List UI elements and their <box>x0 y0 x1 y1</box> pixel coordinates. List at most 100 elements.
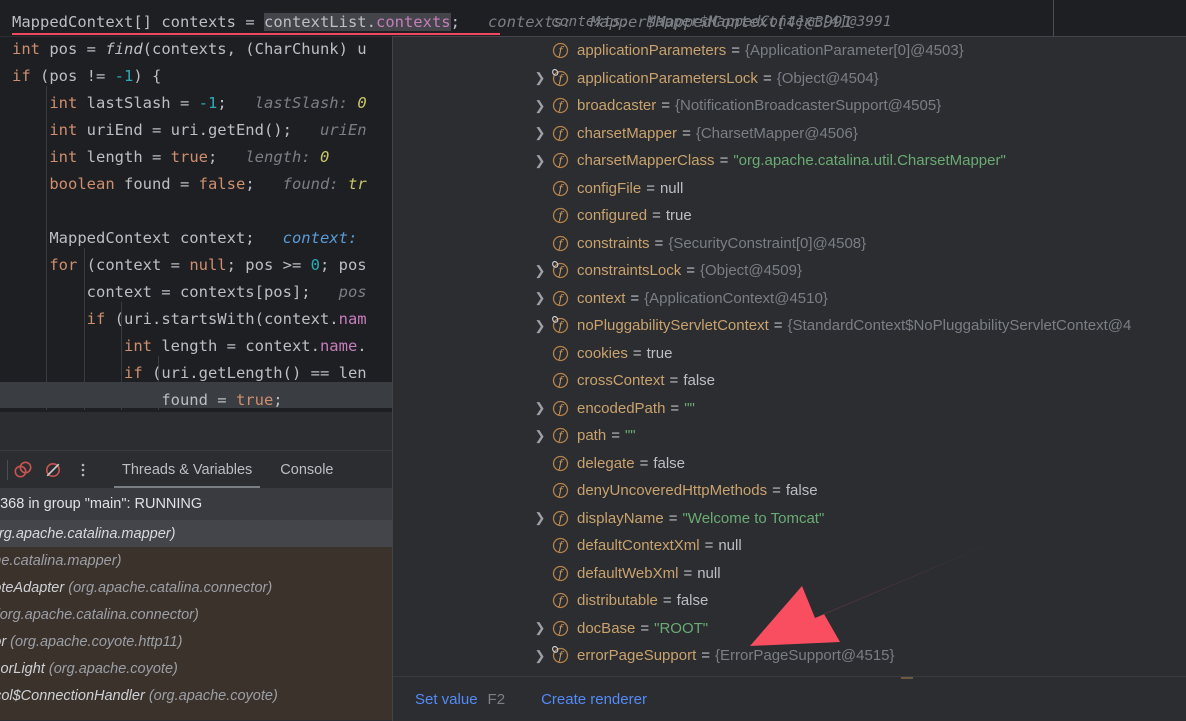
stack-frame-method: ssorLight <box>0 660 45 677</box>
mute-breakpoints-icon[interactable] <box>38 455 68 485</box>
variable-name: delegate <box>577 454 635 472</box>
set-value-button[interactable]: Set value <box>415 691 478 708</box>
stack-frame-row[interactable]: che.catalina.mapper) <box>0 547 392 574</box>
field-icon: f <box>551 454 570 473</box>
variable-row[interactable]: ❯ f noPluggabilityServletContext = {Standard… <box>393 312 1186 340</box>
breakpoints-icon[interactable] <box>8 455 38 485</box>
variable-row[interactable]: ❯ f delegate=false <box>393 450 1186 478</box>
chevron-right-icon[interactable]: ❯ <box>529 153 551 169</box>
variables-list[interactable]: ❯fapplicationParameters={ApplicationPara… <box>393 37 1186 677</box>
chevron-right-icon[interactable]: ❯ <box>529 70 551 86</box>
variables-footer[interactable]: Set value F2 Create renderer <box>393 676 1186 721</box>
chevron-right-icon[interactable]: ❯ <box>529 125 551 141</box>
code-token: for <box>49 256 87 274</box>
variable-equals: = <box>731 42 741 60</box>
variable-row[interactable]: ❯ f displayName = "Welcome to Tomcat" <box>393 505 1186 533</box>
variable-equals: = <box>762 69 772 87</box>
variable-name: broadcaster <box>577 97 657 115</box>
variable-row[interactable]: ❯ f docBase = "ROOT" <box>393 615 1186 643</box>
variable-row[interactable]: ❯ f constraintsLock = {Object@4509} <box>393 257 1186 285</box>
stack-frame-package: (org.apache.coyote.http11) <box>10 633 183 650</box>
set-value-shortcut: F2 <box>487 690 506 708</box>
code-line: int length = true; length: 0 <box>12 144 329 171</box>
code-line: if (pos != -1) { <box>12 63 161 90</box>
variable-row[interactable]: ❯ f cookies=true <box>393 340 1186 368</box>
chevron-right-icon[interactable]: ❯ <box>529 620 551 636</box>
variable-row[interactable]: ❯ f context = {ApplicationContext@4510} <box>393 285 1186 313</box>
code-token: -1 <box>114 67 134 85</box>
chevron-placeholder: ❯ <box>529 235 551 251</box>
svg-text:f: f <box>557 265 564 278</box>
stack-frame-row[interactable]: ssorLight (org.apache.coyote) <box>0 655 392 682</box>
chevron-right-icon[interactable]: ❯ <box>529 400 551 416</box>
variable-equals: = <box>669 372 679 390</box>
chevron-right-icon[interactable]: ❯ <box>529 428 551 444</box>
code-token: ) { <box>133 67 162 85</box>
debugger-toolbar[interactable]: Threads & Variables Console <box>0 450 392 489</box>
variable-row[interactable]: ❯ f constraints={SecurityConstraint[0]@450… <box>393 230 1186 258</box>
variables-popup[interactable]: ❯fapplicationParameters={ApplicationPara… <box>392 36 1186 721</box>
field-icon: f <box>551 536 570 555</box>
stack-frame-method: yoteAdapter <box>0 579 65 596</box>
chevron-right-icon[interactable]: ❯ <box>529 648 551 664</box>
svg-text:f: f <box>557 72 564 85</box>
variable-value: "" <box>684 399 695 417</box>
variable-row[interactable]: ❯ f applicationParametersLock = {Object@4504… <box>393 65 1186 93</box>
more-options-icon[interactable] <box>68 455 98 485</box>
stack-frame-row[interactable]: yoteAdapter (org.apache.catalina.connect… <box>0 574 392 601</box>
chevron-right-icon[interactable]: ❯ <box>529 98 551 114</box>
debugger-tabs[interactable]: Threads & Variables Console <box>108 451 348 488</box>
svg-text:f: f <box>557 595 564 608</box>
field-icon: f <box>551 234 570 253</box>
call-stack-list[interactable]: (org.apache.catalina.mapper) che.catalina… <box>0 520 392 720</box>
stack-frame-row[interactable]: (org.apache.catalina.mapper) <box>0 520 392 547</box>
variable-row[interactable]: ❯ f applicationParameters={ApplicationPara… <box>393 37 1186 65</box>
code-token: name <box>319 337 358 355</box>
chevron-right-icon[interactable]: ❯ <box>529 263 551 279</box>
thread-status-row[interactable]: 4,368 in group "main": RUNNING <box>0 488 392 520</box>
variable-value: {Object@4509} <box>699 262 802 280</box>
svg-text:f: f <box>557 182 564 195</box>
variable-value: true <box>665 207 692 225</box>
variable-name: distributable <box>577 592 658 610</box>
variable-row[interactable]: ❯ f charsetMapperClass = "org.apache.catalin… <box>393 147 1186 175</box>
tab-console[interactable]: Console <box>266 451 347 488</box>
code-token: contexts <box>161 13 246 31</box>
stack-frame-row[interactable]: ocol$ConnectionHandler (org.apache.coyot… <box>0 682 392 709</box>
stack-frame-row[interactable]: sor (org.apache.coyote.http11) <box>0 628 392 655</box>
variable-equals: = <box>661 97 670 115</box>
variable-row[interactable]: ❯ f encodedPath = "" <box>393 395 1186 423</box>
field-icon: f <box>551 344 570 363</box>
chevron-right-icon[interactable]: ❯ <box>529 318 551 334</box>
variable-row[interactable]: ❯ f distributable=false <box>393 587 1186 615</box>
variable-row[interactable]: ❯ f broadcaster = {NotificationBroadcasterSu… <box>393 92 1186 120</box>
stack-frame-package: (org.apache.catalina.connector) <box>68 579 273 596</box>
field-icon: f <box>551 591 570 610</box>
variable-row[interactable]: ❯ f defaultWebXml=null <box>393 560 1186 588</box>
chevron-right-icon[interactable]: ❯ <box>529 290 551 306</box>
variable-row[interactable]: ❯ f path = "" <box>393 422 1186 450</box>
variable-value: null <box>697 564 721 582</box>
svg-text:f: f <box>557 402 564 415</box>
stack-frame-row[interactable]: r (org.apache.catalina.connector) <box>0 601 392 628</box>
chevron-placeholder: ❯ <box>529 208 551 224</box>
create-renderer-button[interactable]: Create renderer <box>541 691 647 708</box>
stack-frame-package: che.catalina.mapper) <box>0 552 122 569</box>
variable-equals: = <box>772 482 781 500</box>
field-static-icon: f <box>551 316 570 335</box>
variable-row[interactable]: ❯ f configured=true <box>393 202 1186 230</box>
chevron-right-icon[interactable]: ❯ <box>529 510 551 526</box>
tab-threads-and-variables[interactable]: Threads & Variables <box>108 451 266 488</box>
variable-row[interactable]: ❯ f denyUncoveredHttpMethods=false <box>393 477 1186 505</box>
variable-value: "ROOT" <box>654 619 709 637</box>
variable-row[interactable]: ❯ f errorPageSupport = {ErrorPageSupport@451… <box>393 642 1186 670</box>
debugger-panel[interactable]: Threads & Variables Console 4,368 in gro… <box>0 412 392 720</box>
variable-name: constraints <box>577 234 650 252</box>
variable-name: charsetMapperClass <box>577 152 715 170</box>
variable-value: {SecurityConstraint[0]@4508} <box>668 234 867 252</box>
field-static-icon: f <box>551 68 570 88</box>
variable-row[interactable]: ❯ f configFile=null <box>393 175 1186 203</box>
variable-row[interactable]: ❯ f defaultContextXml=null <box>393 532 1186 560</box>
variable-row[interactable]: ❯ f charsetMapper = {CharsetMapper@4506} <box>393 120 1186 148</box>
variable-row[interactable]: ❯ f crossContext=false <box>393 367 1186 395</box>
